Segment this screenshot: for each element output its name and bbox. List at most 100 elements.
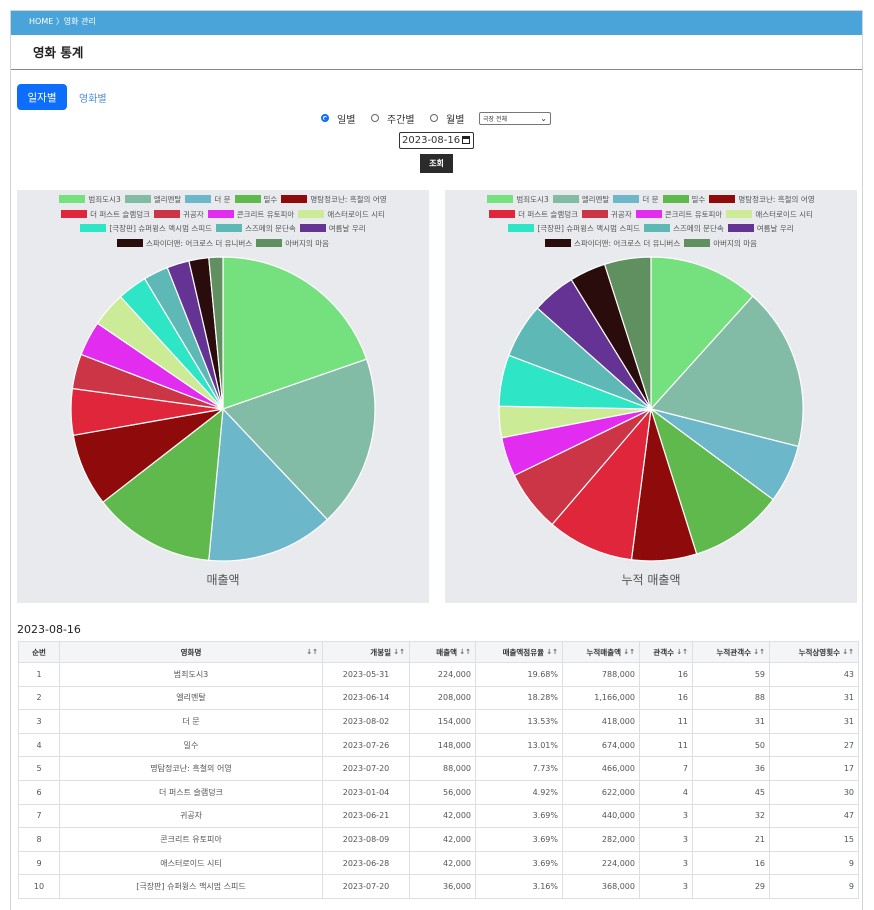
table-cell: 17 <box>769 756 859 781</box>
table-cell: 18.28% <box>475 685 563 711</box>
table-cell: 2023-05-31 <box>322 662 410 687</box>
table-cell: 3.16% <box>475 874 563 899</box>
table-cell: 31 <box>692 709 770 734</box>
table-cell: 11 <box>639 709 693 734</box>
radio-daily[interactable] <box>321 114 329 122</box>
radio-monthly-label: 월별 <box>446 115 465 126</box>
column-header[interactable]: 영화명 ↓↑ <box>59 641 323 663</box>
table-cell: 엘리멘탈 <box>59 685 323 711</box>
table-cell: 8 <box>18 827 60 852</box>
table-row[interactable]: 8 콘크리트 유토피아 2023-08-09 42,000 3.69% 282,000 3 2… <box>18 827 859 852</box>
table-cell: 50 <box>692 732 770 758</box>
table-cell: [극장판] 슈퍼윙스 맥시멈 스피드 <box>59 874 323 899</box>
table-row[interactable]: 9 애스터로이드 시티 2023-06-28 42,000 3.69% 224,000 3 1… <box>18 850 859 876</box>
calendar-icon[interactable] <box>462 136 470 144</box>
theater-select-value: 극장 전체 <box>483 116 507 123</box>
column-header-label: 누적매출액 <box>586 647 622 657</box>
table-cell: 13.01% <box>475 732 563 758</box>
table-cell: 2023-06-21 <box>322 803 410 829</box>
daily-sales-pie <box>70 256 376 562</box>
sort-icon[interactable]: ↓↑ <box>842 648 854 656</box>
table-cell: 27 <box>769 732 859 758</box>
table-cell: 명탐정코난: 흑철의 어영 <box>59 756 323 781</box>
table-cell: 밀수 <box>59 732 323 758</box>
column-header-label: 누적관객수 <box>716 647 752 657</box>
table-cell: 47 <box>769 803 859 829</box>
sort-icon[interactable]: ↓↑ <box>459 648 471 656</box>
date-input[interactable]: 2023-08-16 <box>399 132 474 149</box>
search-button[interactable]: 조회 <box>420 154 453 173</box>
table-cell: 16 <box>639 685 693 711</box>
theater-select[interactable]: 극장 전체 ⌄ <box>479 112 551 125</box>
table-row[interactable]: 4 밀수 2023-07-26 148,000 13.01% 674,000 11 50 27 <box>18 732 859 758</box>
column-header[interactable]: 개봉일 ↓↑ <box>322 641 410 663</box>
table-cell: 2023-06-14 <box>322 685 410 711</box>
table-cell: 11 <box>639 732 693 758</box>
column-header[interactable]: 누적상영횟수 ↓↑ <box>769 641 859 663</box>
table-row[interactable]: 3더 문 2023-08-02 154,000 13.53% 418,000 11 31 31 <box>18 709 859 734</box>
daily-sales-chart-panel: 범죄도시3 엘리멘탈 더 문 밀수 명탐정코난: 흑철의 어영더 퍼스트 슬램덩크 귀공자… <box>17 190 429 603</box>
table-cell: 4 <box>18 732 60 758</box>
table-row[interactable]: 1 범죄도시3 2023-05-31 224,000 19.68% 788,000 16 59… <box>18 662 859 687</box>
column-header[interactable]: 누적매출액 ↓↑ <box>562 641 640 663</box>
table-cell: 788,000 <box>562 662 640 687</box>
tab-daily[interactable]: 일자별 <box>17 84 67 110</box>
column-header-label: 매출액 <box>436 647 457 657</box>
sort-icon[interactable]: ↓↑ <box>623 648 635 656</box>
table-row[interactable]: 10 [극장판] 슈퍼윙스 맥시멈 스피드 2023-07-20 36,000 3.16… <box>18 874 859 899</box>
breadcrumb[interactable]: HOME 〉영화 관리 <box>11 11 862 35</box>
table-cell: 16 <box>639 662 693 687</box>
column-header[interactable]: 매출액 ↓↑ <box>409 641 476 663</box>
table-cell: 282,000 <box>562 827 640 852</box>
table-cell: 7 <box>18 803 60 829</box>
sort-icon[interactable]: ↓↑ <box>676 648 688 656</box>
table-row[interactable]: 7 귀공자 2023-06-21 42,000 3.69% 440,000 3 32 47 <box>18 803 859 829</box>
table-cell: 418,000 <box>562 709 640 734</box>
column-header[interactable]: 순번 <box>18 641 60 663</box>
table-row[interactable]: 2 엘리멘탈 2023-06-14 208,000 18.28% 1,166,000 16 8… <box>18 685 859 711</box>
column-header-label: 영화명 <box>180 647 202 657</box>
radio-monthly[interactable] <box>430 114 438 122</box>
column-header[interactable]: 누적관객수 ↓↑ <box>692 641 770 663</box>
column-header[interactable]: 관객수 ↓↑ <box>639 641 693 663</box>
table-cell: 더 문 <box>59 709 323 734</box>
table-header-row: 순번 영화명 ↓↑ 개봉일 ↓↑ 매출액 ↓↑ 매출액점유율 ↓↑ 누적매출액 ↓↑ 관객수 ↓↑ 누적관… <box>18 641 859 663</box>
column-header-label: 개봉일 <box>370 647 391 657</box>
table-cell: 440,000 <box>562 803 640 829</box>
table-cell: 3 <box>639 850 693 876</box>
table-cell: 59 <box>692 662 770 687</box>
table-cell: 88,000 <box>409 756 476 781</box>
table-cell: 2023-07-20 <box>322 874 410 899</box>
table-cell: 21 <box>692 827 770 852</box>
table-cell: 56,000 <box>409 779 476 805</box>
table-row[interactable]: 6더 퍼스트 슬램덩크 2023-01-04 56,000 4.92% 622,000 4… <box>18 779 859 805</box>
table-cell: 42,000 <box>409 850 476 876</box>
table-cell: 2023-01-04 <box>322 779 410 805</box>
table-body: 1 범죄도시3 2023-05-31 224,000 19.68% 788,000 16 59… <box>18 662 859 899</box>
column-header[interactable]: 매출액점유율 ↓↑ <box>475 641 563 663</box>
table-cell: 19.68% <box>475 662 563 687</box>
column-header-label: 순번 <box>32 647 46 657</box>
sort-icon[interactable]: ↓↑ <box>546 648 558 656</box>
table-cell: 10 <box>18 874 60 899</box>
cumulative-sales-pie-title: 누적 매출액 <box>621 573 681 587</box>
table-cell: 범죄도시3 <box>59 662 323 687</box>
table-cell: 36,000 <box>409 874 476 899</box>
table-cell: 2 <box>18 685 60 711</box>
table-cell: 3.69% <box>475 827 563 852</box>
sort-icon[interactable]: ↓↑ <box>393 648 405 656</box>
table-cell: 16 <box>692 850 770 876</box>
table-row[interactable]: 5 명탐정코난: 흑철의 어영 2023-07-20 88,000 7.73% 466,0… <box>18 756 859 781</box>
table-cell: 31 <box>769 685 859 711</box>
radio-weekly[interactable] <box>371 114 379 122</box>
table-cell: 2023-07-20 <box>322 756 410 781</box>
sort-icon[interactable]: ↓↑ <box>753 648 765 656</box>
table-cell: 더 퍼스트 슬램덩크 <box>59 779 323 805</box>
table-cell: 13.53% <box>475 709 563 734</box>
sort-icon[interactable]: ↓↑ <box>306 648 318 656</box>
daily-sales-pie-title: 매출액 <box>206 573 240 587</box>
cumulative-sales-chart-panel: 범죄도시3 엘리멘탈 더 문 밀수 명탐정코난: 흑철의 어영더 퍼스트 슬램덩크 귀공자… <box>445 190 857 603</box>
table-cell: 콘크리트 유토피아 <box>59 827 323 852</box>
tab-by-movie[interactable]: 영화별 <box>79 90 107 105</box>
table-cell: 224,000 <box>562 850 640 876</box>
